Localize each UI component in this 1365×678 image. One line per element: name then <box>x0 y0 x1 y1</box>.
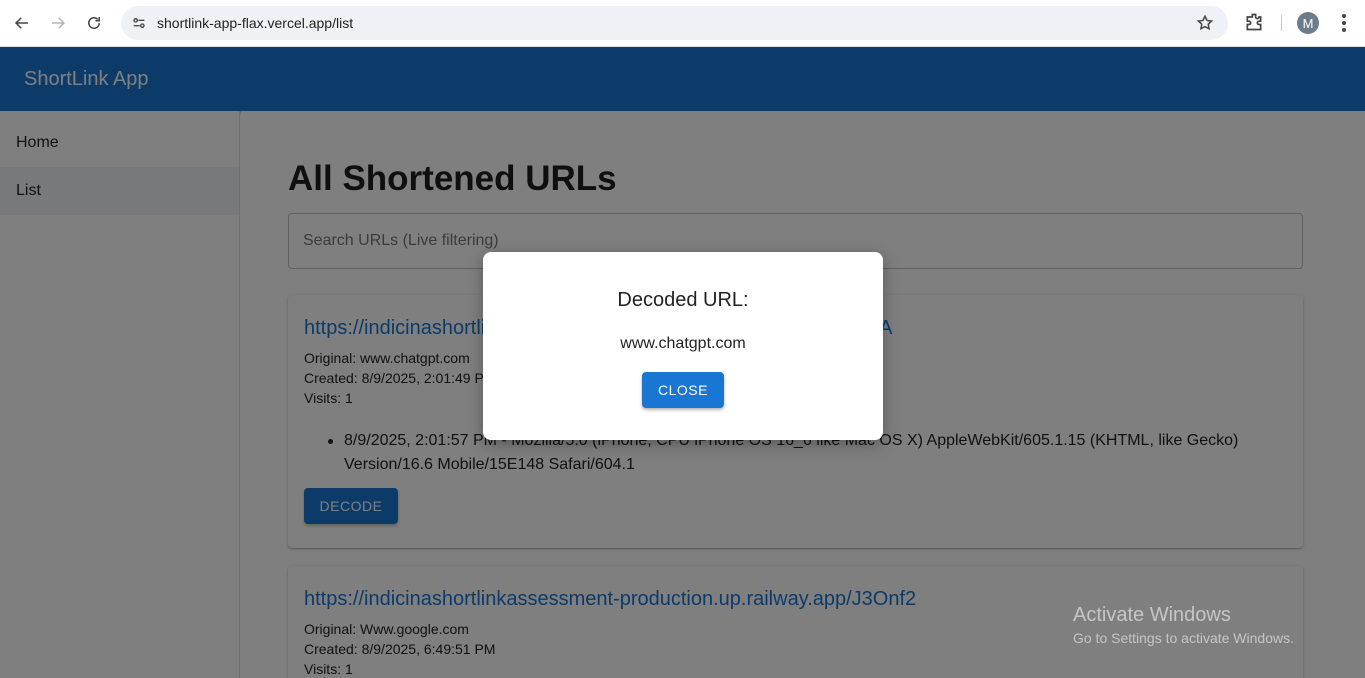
activate-windows-watermark: Activate Windows Go to Settings to activ… <box>1073 603 1294 648</box>
watermark-subtitle: Go to Settings to activate Windows. <box>1073 630 1294 646</box>
reload-icon[interactable] <box>81 10 107 36</box>
site-info-icon[interactable] <box>129 13 149 33</box>
address-bar[interactable]: shortlink-app-flax.vercel.app/list <box>121 6 1228 40</box>
bookmark-star-icon[interactable] <box>1196 14 1214 32</box>
close-button[interactable]: CLOSE <box>642 372 724 408</box>
browser-menu-icon[interactable] <box>1336 12 1352 34</box>
modal-title: Decoded URL: <box>617 289 749 311</box>
watermark-title: Activate Windows <box>1073 604 1231 626</box>
decoded-url: www.chatgpt.com <box>620 335 746 352</box>
decode-modal: Decoded URL: www.chatgpt.com CLOSE <box>483 252 883 440</box>
extensions-icon[interactable] <box>1244 12 1264 32</box>
browser-toolbar: shortlink-app-flax.vercel.app/list M <box>0 0 1365 47</box>
profile-avatar[interactable]: M <box>1297 12 1319 34</box>
toolbar-divider <box>1281 15 1282 31</box>
back-icon[interactable] <box>9 10 35 36</box>
forward-icon[interactable] <box>45 10 71 36</box>
url-text[interactable]: shortlink-app-flax.vercel.app/list <box>157 15 353 31</box>
